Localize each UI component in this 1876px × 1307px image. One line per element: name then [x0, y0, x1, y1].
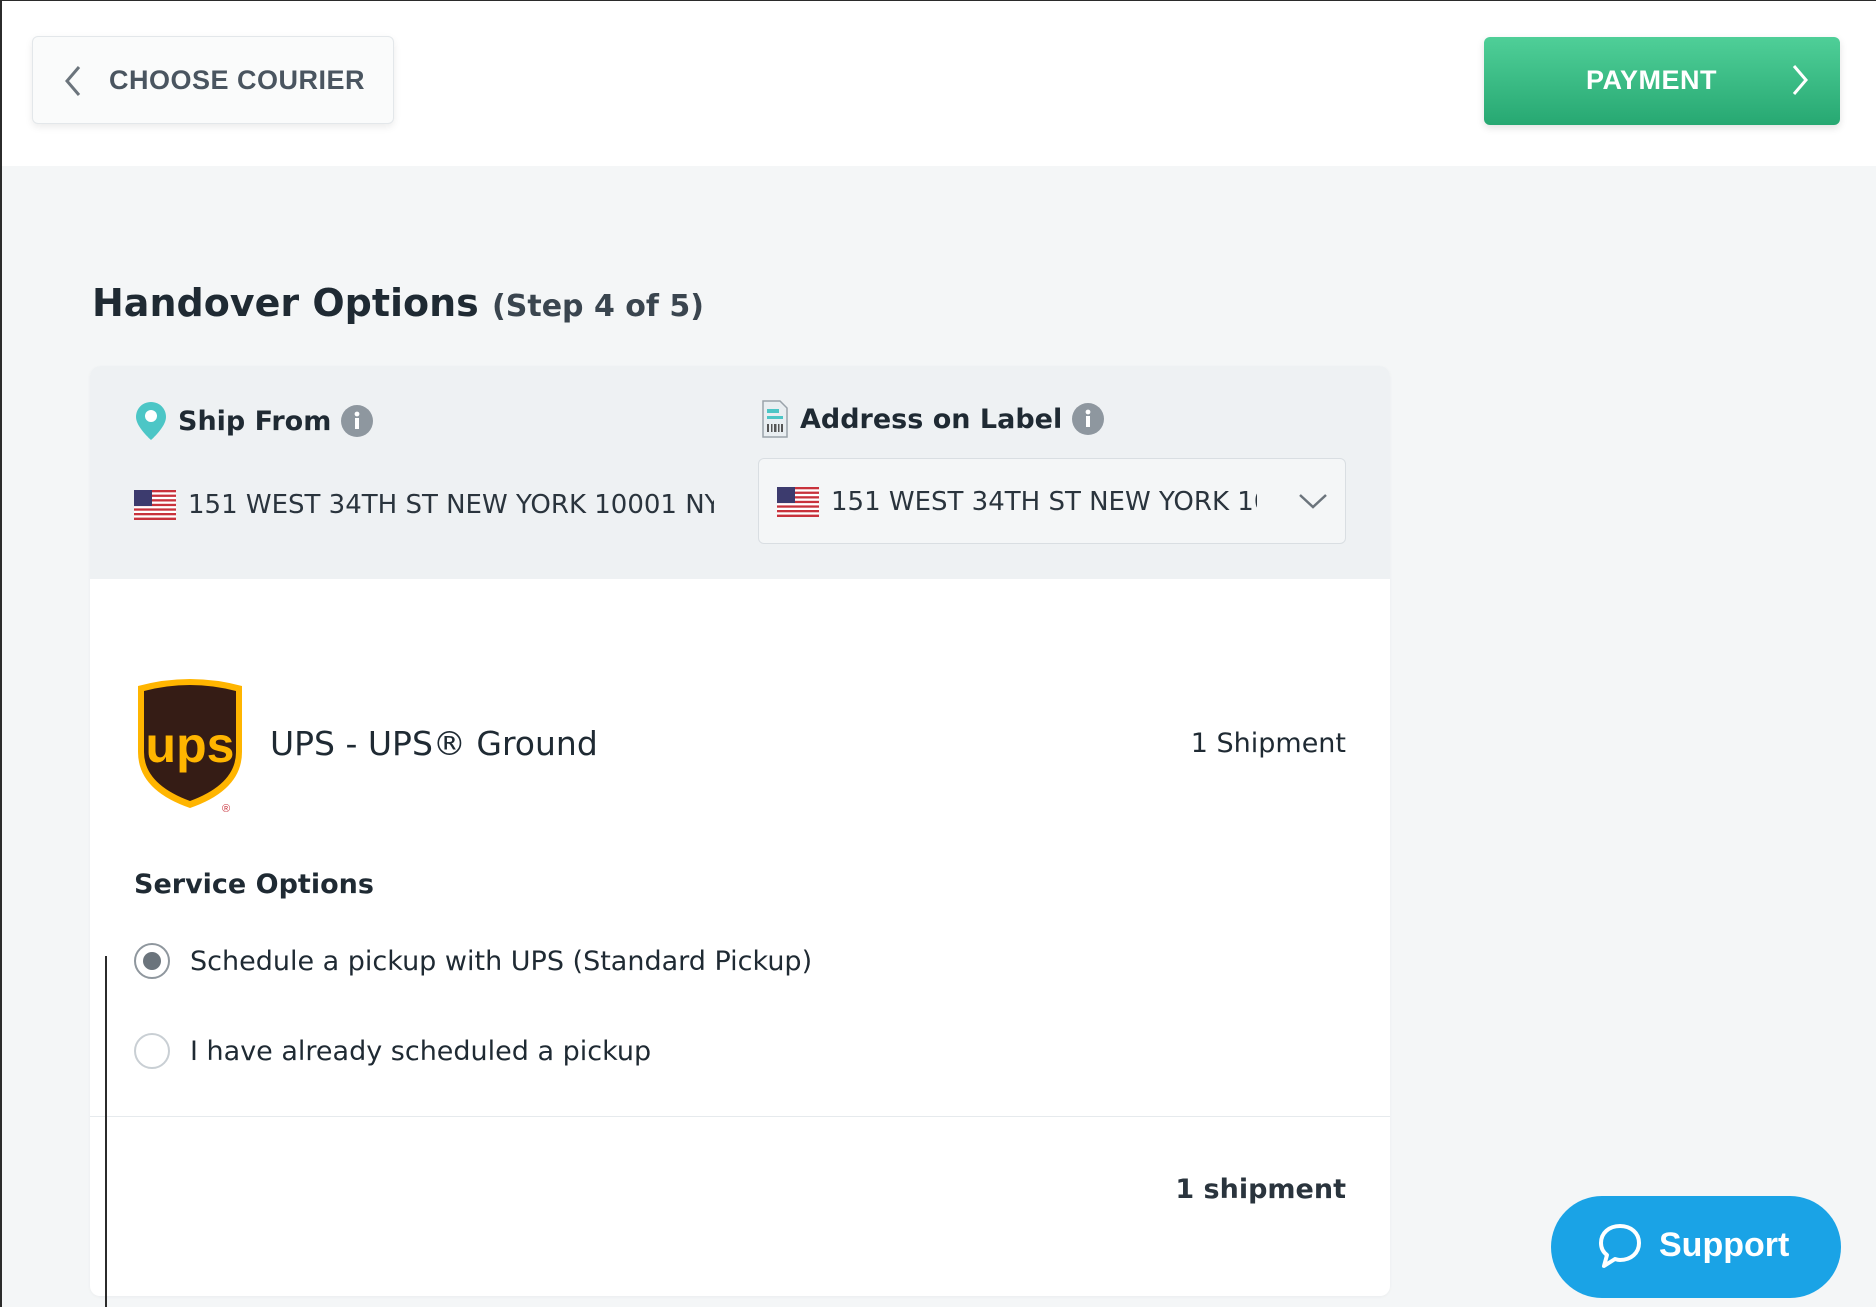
- step-indicator: (Step 4 of 5): [492, 289, 704, 324]
- payment-button[interactable]: PAYMENT: [1484, 37, 1840, 125]
- svg-text:®: ®: [222, 803, 230, 814]
- address-on-label-value: 151 WEST 34TH ST NEW YORK 10001 NY: [777, 478, 1257, 526]
- option-standard-pickup[interactable]: Schedule a pickup with UPS (Standard Pic…: [134, 941, 812, 981]
- address-section: Ship From Address on Label 151 WEST 34TH…: [90, 366, 1390, 579]
- shipment-count: 1 Shipment: [1190, 728, 1346, 759]
- payment-label: PAYMENT: [1586, 65, 1718, 95]
- ship-from-header: Ship From: [134, 400, 374, 442]
- ups-logo-icon: ups ®: [138, 679, 242, 814]
- service-options-title: Service Options: [134, 869, 374, 900]
- page-title-text: Handover Options: [92, 281, 479, 325]
- choose-courier-label: CHOOSE COURIER: [109, 65, 366, 95]
- chat-bubble-icon: [1599, 1224, 1641, 1268]
- courier-name: UPS - UPS® Ground: [270, 724, 598, 763]
- choose-courier-button[interactable]: CHOOSE COURIER: [32, 36, 394, 124]
- support-label: Support: [1659, 1226, 1790, 1264]
- ship-from-address: 151 WEST 34TH ST NEW YORK 10001 NY - SUI…: [134, 481, 714, 529]
- divider: [90, 1116, 1390, 1117]
- option-label: I have already scheduled a pickup: [190, 1035, 652, 1067]
- shipment-summary: 1 shipment: [1175, 1174, 1346, 1205]
- chevron-down-icon: [1299, 494, 1327, 509]
- address-on-label-select[interactable]: 151 WEST 34TH ST NEW YORK 10001 NY: [758, 458, 1346, 544]
- option-label: Schedule a pickup with UPS (Standard Pic…: [190, 945, 813, 977]
- text-cursor-line: [105, 956, 107, 1307]
- info-icon[interactable]: [341, 405, 374, 437]
- label-document-icon: [762, 400, 788, 438]
- ship-from-address-text: 151 WEST 34TH ST NEW YORK 10001 NY - SUI…: [188, 490, 714, 520]
- us-flag-icon: [134, 490, 176, 520]
- courier-row: ups ® UPS - UPS® Ground 1 Shipment: [134, 678, 1346, 814]
- us-flag-icon: [777, 487, 819, 517]
- top-bar: CHOOSE COURIER PAYMENT: [2, 1, 1876, 166]
- handover-card: Ship From Address on Label 151 WEST 34TH…: [90, 366, 1390, 1296]
- ups-logo-text: ups: [146, 717, 235, 773]
- location-pin-icon: [136, 402, 166, 440]
- ship-from-label: Ship From: [178, 405, 332, 437]
- radio-unselected[interactable]: [134, 1033, 170, 1069]
- chevron-left-icon: [65, 66, 81, 96]
- chevron-right-icon: [1792, 65, 1808, 95]
- address-on-label-text: 151 WEST 34TH ST NEW YORK 10001 NY: [831, 487, 1257, 517]
- page-title: Handover Options (Step 4 of 5): [92, 281, 704, 325]
- support-button[interactable]: Support: [1551, 1196, 1841, 1298]
- option-already-scheduled[interactable]: I have already scheduled a pickup: [134, 1031, 651, 1071]
- address-on-label-label: Address on Label: [800, 403, 1063, 435]
- info-icon[interactable]: [1072, 403, 1105, 435]
- radio-selected[interactable]: [134, 943, 170, 979]
- address-on-label-header: Address on Label: [760, 398, 1105, 440]
